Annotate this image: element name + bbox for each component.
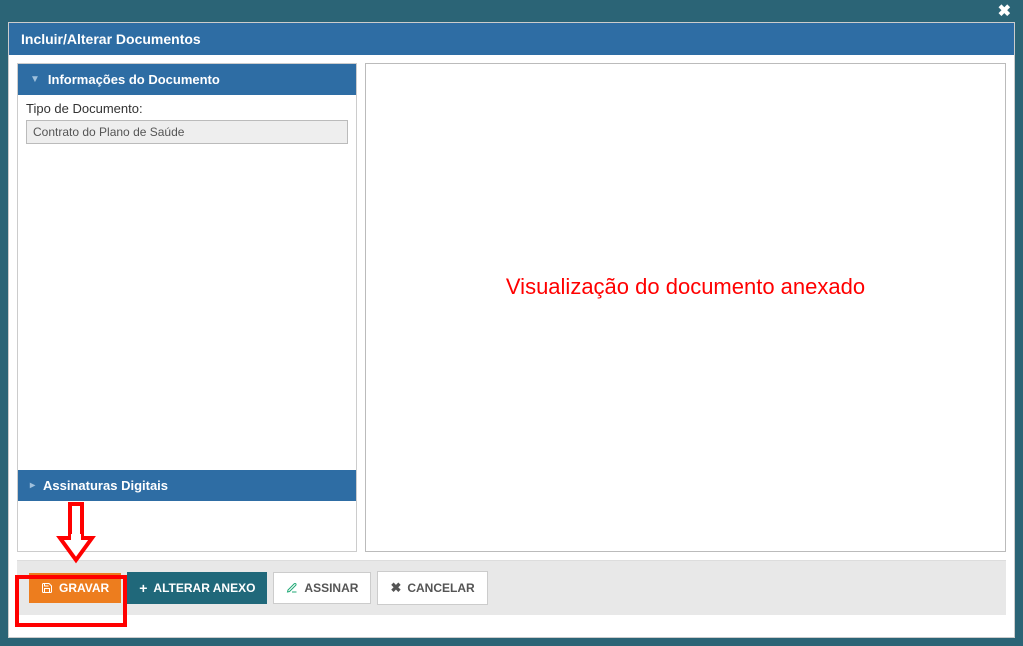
accordion-content-info: Tipo de Documento: bbox=[18, 95, 356, 150]
x-icon: ✖ bbox=[390, 580, 401, 596]
tipo-documento-input[interactable] bbox=[26, 120, 348, 144]
pencil-icon bbox=[286, 582, 298, 594]
cancelar-label: CANCELAR bbox=[407, 581, 474, 595]
alterar-anexo-button[interactable]: + ALTERAR ANEXO bbox=[127, 572, 267, 604]
tipo-documento-label: Tipo de Documento: bbox=[26, 101, 348, 116]
dialog-title: Incluir/Alterar Documentos bbox=[9, 23, 1014, 55]
accordion-title-assinaturas: Assinaturas Digitais bbox=[43, 478, 168, 493]
dialog-body: ▼ Informações do Documento Tipo de Docum… bbox=[9, 55, 1014, 560]
accordion-header-info[interactable]: ▼ Informações do Documento bbox=[18, 64, 356, 95]
accordion-content-assinaturas bbox=[18, 501, 356, 551]
preview-panel: Visualização do documento anexado bbox=[365, 63, 1006, 552]
accordion-spacer bbox=[18, 150, 356, 470]
close-icon[interactable]: ✖ bbox=[998, 1, 1011, 21]
assinar-button[interactable]: ASSINAR bbox=[273, 572, 371, 604]
dialog-container: Incluir/Alterar Documentos ▼ Informações… bbox=[8, 22, 1015, 638]
plus-icon: + bbox=[139, 580, 147, 596]
gravar-button[interactable]: GRAVAR bbox=[29, 573, 121, 603]
cancelar-button[interactable]: ✖ CANCELAR bbox=[377, 571, 487, 605]
assinar-label: ASSINAR bbox=[304, 581, 358, 595]
left-panel: ▼ Informações do Documento Tipo de Docum… bbox=[17, 63, 357, 552]
chevron-down-icon: ▼ bbox=[30, 74, 40, 85]
dialog-footer: GRAVAR + ALTERAR ANEXO ASSINAR ✖ CANCELA… bbox=[17, 560, 1006, 615]
preview-placeholder-text: Visualização do documento anexado bbox=[366, 274, 1005, 300]
gravar-label: GRAVAR bbox=[59, 581, 109, 595]
accordion-title-info: Informações do Documento bbox=[48, 72, 220, 87]
preview-scroll-area[interactable]: Visualização do documento anexado bbox=[366, 64, 1005, 551]
accordion-header-assinaturas[interactable]: ▸ Assinaturas Digitais bbox=[18, 470, 356, 501]
chevron-right-icon: ▸ bbox=[30, 480, 35, 491]
save-icon bbox=[41, 582, 53, 594]
alterar-anexo-label: ALTERAR ANEXO bbox=[153, 581, 255, 595]
